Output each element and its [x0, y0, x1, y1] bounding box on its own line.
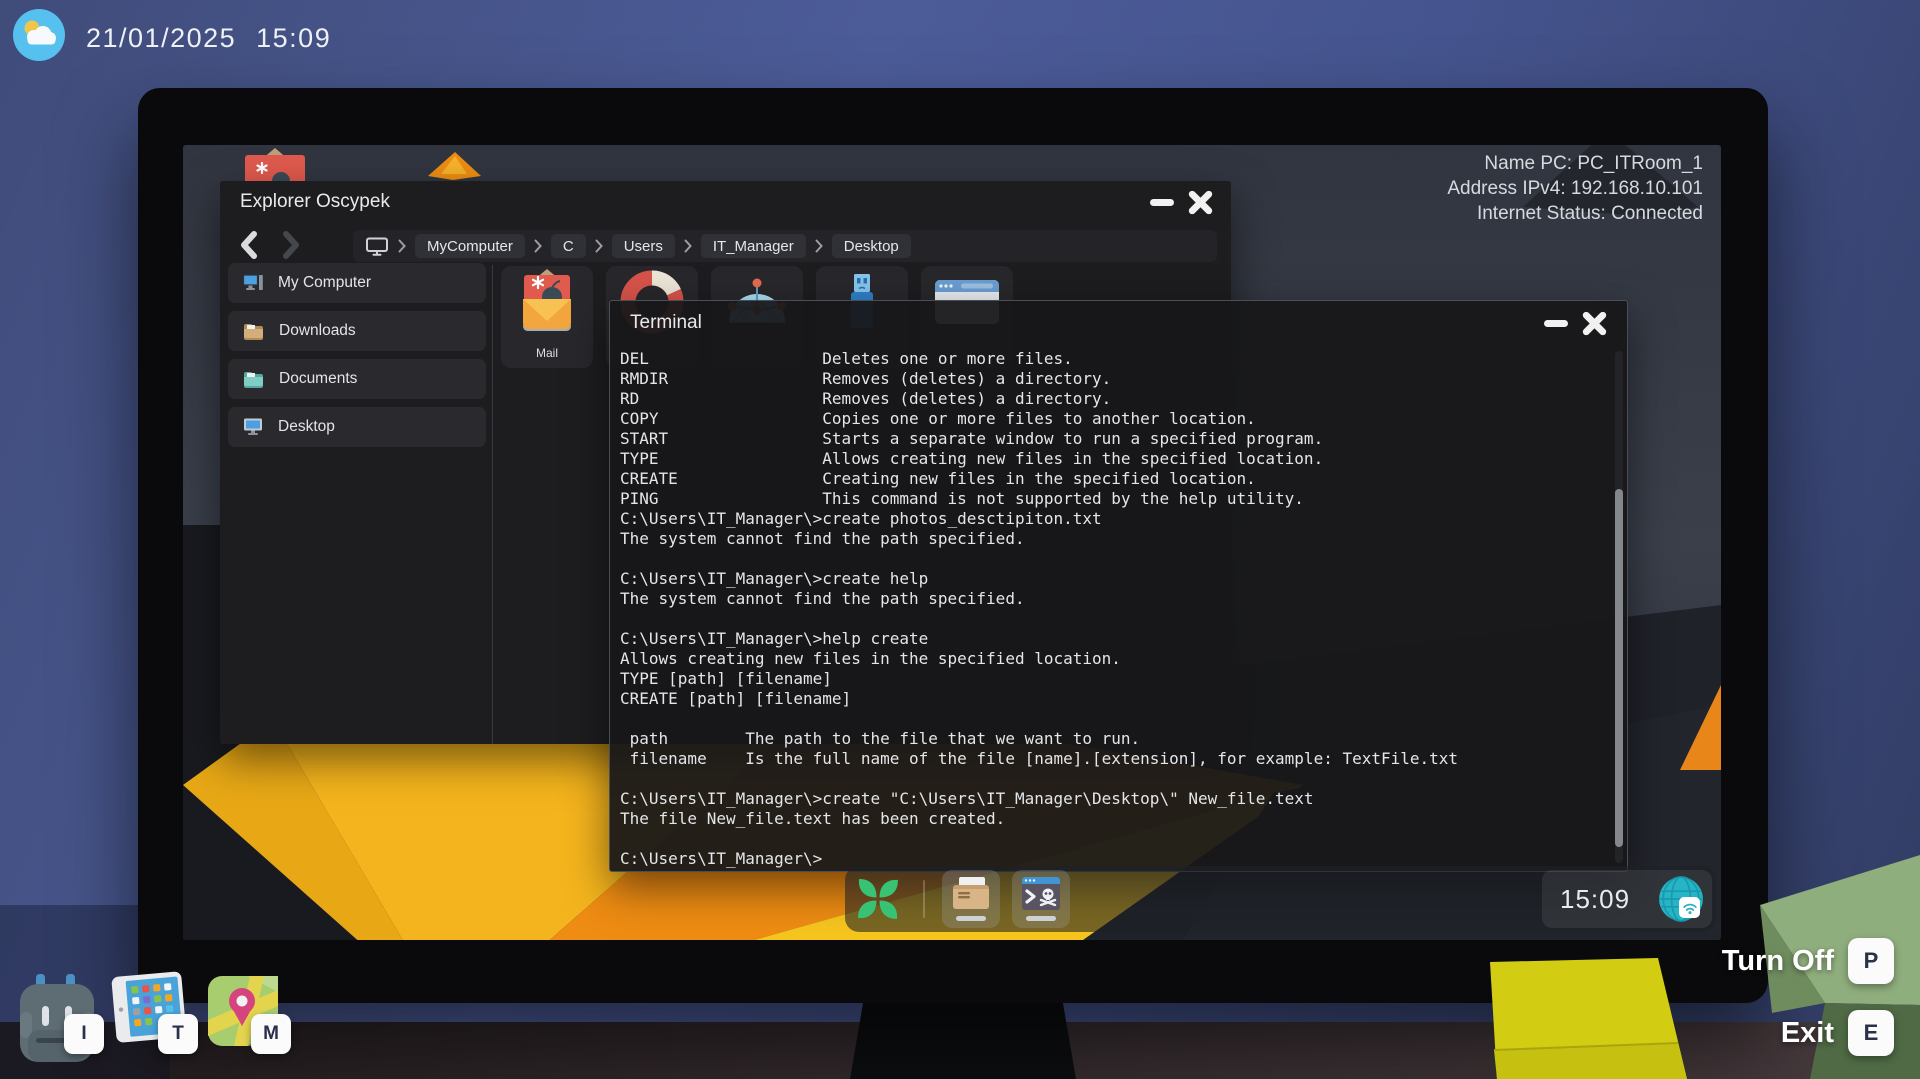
sidebar-label: Documents [279, 370, 357, 388]
breadcrumb-c-drive[interactable]: C [551, 234, 586, 258]
breadcrumb-it-manager[interactable]: IT_Manager [701, 234, 806, 258]
hud-datetime: 21/01/2025 15:09 [12, 8, 331, 69]
sidebar-label: Downloads [279, 322, 356, 340]
pc-ip: Address IPv4: 192.168.10.101 [1447, 176, 1703, 201]
chevron-right-icon [684, 239, 692, 253]
terminal-titlebar[interactable]: Terminal [610, 301, 1627, 345]
mail-bomb-icon [511, 266, 583, 344]
running-indicator [1026, 916, 1056, 921]
turn-off-label: Turn Off [1722, 945, 1834, 978]
chevron-right-icon [534, 239, 542, 253]
taskbar: 15:09 [845, 866, 1716, 932]
terminal-window: Terminal DEL Deletes one or more files. … [609, 300, 1628, 872]
hud-date: 21/01/2025 [86, 23, 236, 54]
close-icon [1581, 310, 1608, 337]
computer-icon [242, 272, 264, 294]
hacker-terminal-icon [1020, 875, 1062, 913]
taskbar-divider [923, 880, 925, 918]
terminal-close-button[interactable] [1576, 301, 1612, 345]
explorer-minimize-button[interactable] [1144, 181, 1180, 223]
terminal-minimize-button[interactable] [1538, 301, 1574, 345]
explorer-titlebar[interactable]: Explorer Oscypek [220, 181, 1231, 223]
taskbar-clock: 15:09 [1560, 884, 1630, 915]
breadcrumb-mycomputer[interactable]: MyComputer [415, 234, 525, 258]
wifi-badge-icon [1679, 897, 1700, 918]
pc-info-panel: Name PC: PC_ITRoom_1 Address IPv4: 192.1… [1447, 151, 1703, 226]
sidebar-label: Desktop [278, 418, 335, 436]
breadcrumb-users[interactable]: Users [612, 234, 675, 258]
sidebar-item-desktop[interactable]: Desktop [228, 407, 486, 447]
folder-files-icon [950, 875, 992, 913]
pc-internet-status: Internet Status: Connected [1447, 201, 1703, 226]
taskbar-app-terminal[interactable] [1012, 870, 1070, 928]
chevron-right-icon [595, 239, 603, 253]
desktop-monitor-icon [242, 416, 264, 438]
forward-button[interactable] [274, 228, 308, 262]
terminal-output[interactable]: DEL Deletes one or more files. RMDIR Rem… [620, 349, 1458, 869]
sidebar-item-my-computer[interactable]: My Computer [228, 263, 486, 303]
key-badge-e: E [1848, 1010, 1894, 1056]
breadcrumb-desktop[interactable]: Desktop [832, 234, 911, 258]
explorer-navbar: MyComputer C Users IT_Manager Desktop [220, 223, 1231, 267]
monitor-screen: Name PC: PC_ITRoom_1 Address IPv4: 192.1… [183, 145, 1721, 940]
key-badge-i[interactable]: I [64, 1014, 104, 1054]
address-bar[interactable]: MyComputer C Users IT_Manager Desktop [353, 230, 1217, 262]
start-logo[interactable] [855, 876, 901, 927]
chevron-right-icon [815, 239, 823, 253]
back-arrow-icon [239, 231, 259, 259]
monitor-stand [850, 1000, 1076, 1079]
internet-status-icon[interactable] [1658, 876, 1704, 922]
hud-time: 15:09 [256, 23, 331, 54]
explorer-title: Explorer Oscypek [220, 191, 390, 213]
terminal-scrollbar-thumb[interactable] [1615, 489, 1623, 847]
explorer-close-button[interactable] [1182, 181, 1218, 223]
key-badge-p: P [1848, 938, 1894, 984]
sidebar-label: My Computer [278, 274, 371, 292]
taskbar-app-files[interactable] [942, 870, 1000, 928]
yellow-notepad [1480, 950, 1700, 1079]
game-room-scene: 21/01/2025 15:09 [0, 0, 1920, 1079]
folder-downloads-icon [242, 320, 265, 342]
sidebar-item-documents[interactable]: Documents [228, 359, 486, 399]
sidebar-item-downloads[interactable]: Downloads [228, 311, 486, 351]
file-mail[interactable]: Mail [501, 266, 593, 368]
exit-action[interactable]: Exit E [1781, 1010, 1894, 1056]
turn-off-action[interactable]: Turn Off P [1722, 938, 1894, 984]
file-label: Mail [536, 346, 558, 360]
taskbar-clock-panel: 15:09 [1542, 870, 1712, 928]
sidebar-divider [492, 265, 493, 744]
back-button[interactable] [232, 228, 266, 262]
running-indicator [956, 916, 986, 921]
folder-documents-icon [242, 368, 265, 390]
pc-name: Name PC: PC_ITRoom_1 [1447, 151, 1703, 176]
green-clover-logo-icon [855, 876, 901, 922]
key-badge-t[interactable]: T [158, 1014, 198, 1054]
chevron-right-icon [398, 239, 406, 253]
computer-breadcrumb-icon [365, 236, 389, 257]
close-icon [1187, 189, 1214, 216]
forward-arrow-icon [281, 231, 301, 259]
key-badge-m[interactable]: M [251, 1014, 291, 1054]
weather-icon [12, 8, 66, 69]
terminal-title: Terminal [610, 312, 702, 334]
exit-label: Exit [1781, 1017, 1834, 1050]
